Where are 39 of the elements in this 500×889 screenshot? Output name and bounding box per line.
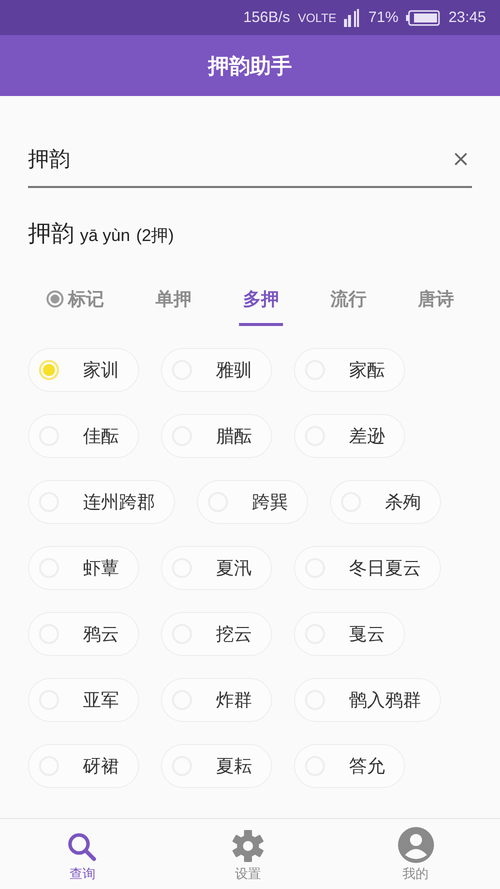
rhyme-option[interactable]: 鹘入鸦群 <box>294 678 441 722</box>
battery-percent: 71% <box>368 9 398 26</box>
rhyme-option[interactable]: 戛云 <box>294 612 405 656</box>
tab[interactable]: 多押 <box>239 279 283 326</box>
rhyme-option[interactable]: 虾蕈 <box>28 546 139 590</box>
rhyme-option[interactable]: 亚军 <box>28 678 139 722</box>
rhyme-option[interactable]: 家训 <box>28 348 139 392</box>
rhyme-option[interactable]: 炸群 <box>161 678 272 722</box>
word-title: 押韵 <box>28 220 74 249</box>
search-icon <box>66 831 98 863</box>
rhyme-option[interactable]: 差逊 <box>294 414 405 458</box>
rhyme-option[interactable]: 腊酝 <box>161 414 272 458</box>
network-type: VOLTE <box>298 10 336 24</box>
rhyme-option[interactable]: 冬日夏云 <box>294 546 441 590</box>
clear-button[interactable]: × <box>450 146 472 172</box>
network-speed: 156B/s <box>243 9 290 26</box>
rhyme-option[interactable]: 家酝 <box>294 348 405 392</box>
gear-icon <box>230 829 265 863</box>
radio-icon <box>46 290 64 308</box>
battery-icon <box>406 10 440 26</box>
rhyme-count: (2押) <box>136 225 174 247</box>
user-icon <box>398 827 434 863</box>
search-nav-item[interactable]: 查询 <box>46 819 118 889</box>
clock: 23:45 <box>448 9 486 26</box>
rhyme-option[interactable]: 杀殉 <box>330 480 441 524</box>
pinyin-text: yā yùn <box>80 226 130 246</box>
signal-icon <box>344 8 360 26</box>
rhyme-option[interactable]: 答允 <box>294 744 405 788</box>
search-field[interactable]: 押韵 × <box>28 132 472 188</box>
rhyme-option[interactable]: 鸦云 <box>28 612 139 656</box>
app-title: 押韵助手 <box>208 52 292 80</box>
rhyme-option[interactable]: 雅驯 <box>161 348 272 392</box>
rhyme-option[interactable]: 夏汛 <box>161 546 272 590</box>
rhyme-option[interactable]: 连州跨郡 <box>28 480 175 524</box>
rhyme-option[interactable]: 跨巽 <box>197 480 308 524</box>
rhyme-option[interactable]: 佳酝 <box>28 414 139 458</box>
rhyme-option[interactable]: 夏耘 <box>161 744 272 788</box>
rhyme-option[interactable]: 挖云 <box>161 612 272 656</box>
rhyme-option[interactable]: 砑裙 <box>28 744 139 788</box>
